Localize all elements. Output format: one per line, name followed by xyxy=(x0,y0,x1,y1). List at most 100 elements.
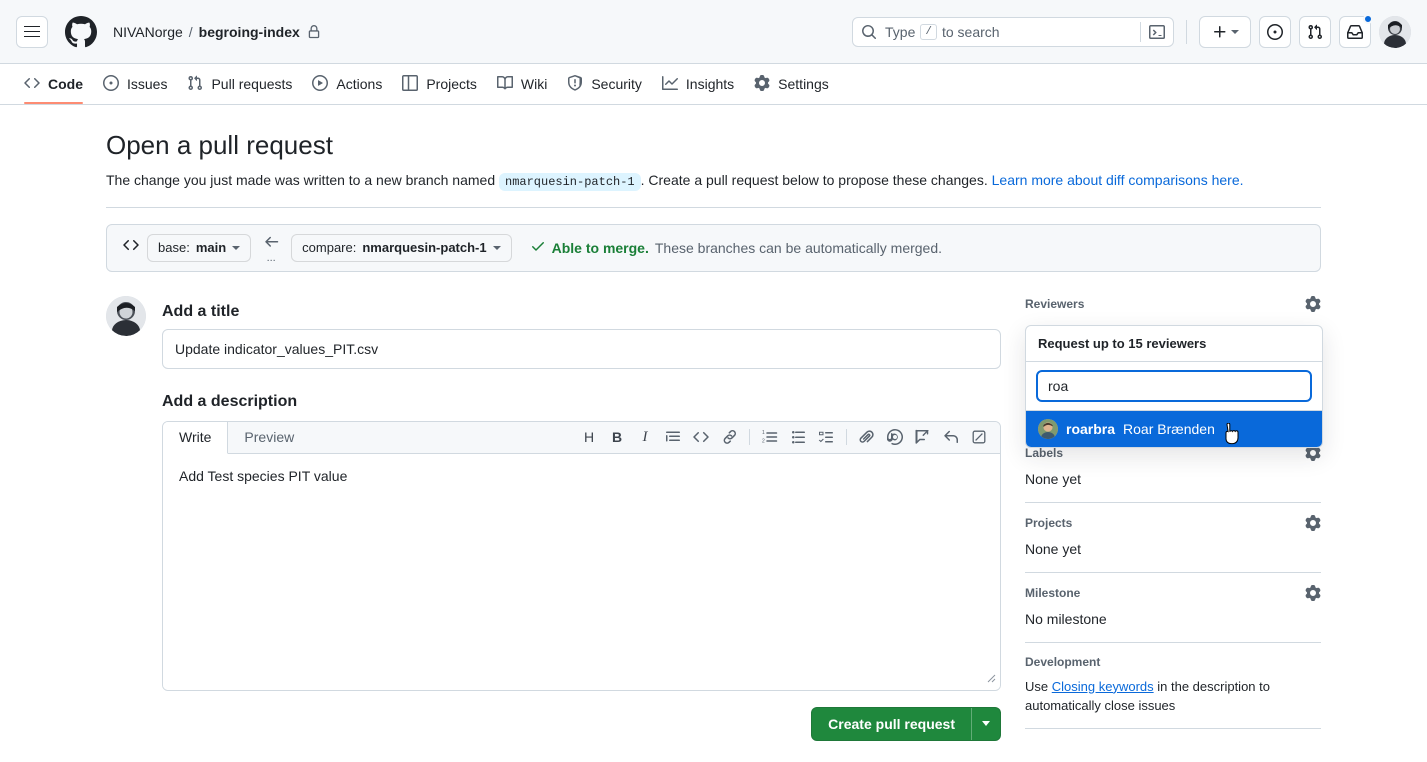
mention-icon[interactable] xyxy=(882,424,908,450)
git-compare-icon xyxy=(123,237,139,258)
create-new-button[interactable] xyxy=(1199,15,1251,48)
cross-reference-icon[interactable] xyxy=(910,424,936,450)
description-textarea[interactable]: Add Test species PIT value xyxy=(163,453,1000,690)
development-hint: Use Closing keywords in the description … xyxy=(1025,677,1321,716)
development-text-before: Use xyxy=(1025,678,1049,694)
bold-icon[interactable]: B xyxy=(604,424,630,450)
subtitle-text-part1: The change you just made was written to … xyxy=(106,171,496,188)
notifications-inbox-button[interactable] xyxy=(1339,13,1373,48)
search-input[interactable]: Type / to search xyxy=(852,16,1174,47)
quote-icon[interactable] xyxy=(660,424,686,450)
base-branch-selector[interactable]: base: main xyxy=(147,233,252,262)
editor-toolbar: H B I 1 2 xyxy=(576,422,1000,453)
issues-button[interactable] xyxy=(1259,15,1291,48)
create-pull-request-button[interactable]: Create pull request xyxy=(811,706,1001,741)
nav-item-issues[interactable]: Issues xyxy=(95,64,175,104)
compare-branch-name: nmarquesin-patch-1 xyxy=(362,240,487,255)
nav-item-label: Actions xyxy=(336,76,383,92)
nav-item-label: Security xyxy=(591,76,642,92)
nav-item-code[interactable]: Code xyxy=(16,64,91,104)
search-icon xyxy=(861,24,877,40)
github-mark-icon[interactable] xyxy=(65,15,97,48)
pull-request-title-input[interactable] xyxy=(162,328,1001,369)
chevron-down-icon xyxy=(232,245,241,250)
reviewers-title: Reviewers xyxy=(1025,296,1085,311)
reviewers-filter-wrapper xyxy=(1026,362,1322,411)
pull-requests-button[interactable] xyxy=(1299,15,1331,48)
user-avatar[interactable] xyxy=(1379,15,1411,48)
gear-icon[interactable] xyxy=(1305,295,1321,312)
nav-item-label: Settings xyxy=(778,76,829,92)
nav-item-actions[interactable]: Actions xyxy=(304,64,390,104)
pointer-cursor-icon xyxy=(1222,422,1242,447)
create-pull-request-label: Create pull request xyxy=(828,715,955,732)
markdown-editor: Write Preview H B I 1 2 Add Test species… xyxy=(162,420,1001,691)
base-branch-name: main xyxy=(195,240,227,255)
development-header: Development xyxy=(1025,655,1321,669)
reply-icon[interactable] xyxy=(938,424,964,450)
sidebar-section-labels: Labels None yet xyxy=(1025,444,1321,503)
breadcrumb-owner[interactable]: NIVANorge xyxy=(113,24,183,40)
command-palette-icon[interactable] xyxy=(1140,21,1165,42)
resize-grip-icon[interactable] xyxy=(984,670,996,686)
projects-header: Projects xyxy=(1025,514,1321,531)
attach-file-icon[interactable] xyxy=(854,424,880,450)
code-icon xyxy=(24,75,40,94)
nav-item-pull-requests[interactable]: Pull requests xyxy=(179,64,300,104)
header-divider xyxy=(1186,19,1187,44)
hamburger-menu-icon[interactable] xyxy=(16,15,48,48)
tab-write[interactable]: Write xyxy=(163,421,229,454)
tab-preview[interactable]: Preview xyxy=(228,422,310,453)
reviewer-username: roarbra xyxy=(1066,420,1116,437)
reviewers-dropdown-panel: Request up to 15 reviewers roa roarbra R… xyxy=(1025,324,1323,448)
gear-icon[interactable] xyxy=(1305,514,1321,531)
header-actions: Type / to search xyxy=(852,13,1411,48)
heading-icon[interactable]: H xyxy=(576,424,602,450)
form-layout: Add a title Add a description Write Prev… xyxy=(106,295,1323,762)
milestone-value: No milestone xyxy=(1025,610,1107,627)
repository-navigation: Code Issues Pull requests Actions Projec… xyxy=(0,64,1427,105)
milestone-title: Milestone xyxy=(1025,585,1081,600)
nav-item-settings[interactable]: Settings xyxy=(746,64,837,104)
nav-item-wiki[interactable]: Wiki xyxy=(489,64,555,104)
reviewers-filter-input[interactable] xyxy=(1036,369,1312,402)
gear-icon[interactable] xyxy=(1305,584,1321,601)
form-fields: Add a title Add a description Write Prev… xyxy=(162,296,1001,762)
merge-status-detail: These branches can be automatically merg… xyxy=(654,239,943,256)
create-pull-request-dropdown[interactable] xyxy=(971,707,1000,740)
diff-comparisons-link[interactable]: Learn more about diff comparisons here. xyxy=(992,172,1244,188)
table-icon xyxy=(402,74,419,94)
labels-value: None yet xyxy=(1025,470,1082,487)
link-icon[interactable] xyxy=(716,424,742,450)
closing-keywords-link[interactable]: Closing keywords xyxy=(1052,679,1154,694)
nav-item-security[interactable]: Security xyxy=(559,64,650,104)
merge-status-text: Able to merge. xyxy=(551,239,649,256)
ordered-list-icon[interactable]: 12 xyxy=(757,424,783,450)
breadcrumb: NIVANorge / begroing-index xyxy=(113,24,321,40)
content-container: Open a pull request The change you just … xyxy=(106,129,1323,762)
code-icon[interactable] xyxy=(688,424,714,450)
breadcrumb-repo[interactable]: begroing-index xyxy=(199,24,300,40)
projects-value: None yet xyxy=(1025,540,1082,557)
search-shortcut-key: / xyxy=(920,23,937,40)
title-field-label: Add a title xyxy=(162,302,240,320)
task-list-icon[interactable] xyxy=(813,424,839,450)
global-header: NIVANorge / begroing-index Type / to sea… xyxy=(0,0,1427,64)
graph-icon xyxy=(661,75,678,94)
divider xyxy=(106,206,1321,208)
unordered-list-icon[interactable] xyxy=(785,424,811,450)
branch-name-chip: nmarquesin-patch-1 xyxy=(499,172,641,191)
projects-title: Projects xyxy=(1025,515,1073,530)
toolbar-separator xyxy=(749,429,750,445)
play-icon xyxy=(312,74,329,94)
italic-icon[interactable]: I xyxy=(632,424,658,450)
nav-item-insights[interactable]: Insights xyxy=(654,64,742,104)
chevron-down-icon xyxy=(982,721,990,726)
merge-status: Able to merge. These branches can be aut… xyxy=(530,238,942,257)
nav-item-projects[interactable]: Projects xyxy=(394,64,485,104)
markdown-editor-icon[interactable] xyxy=(966,424,992,450)
lock-icon xyxy=(307,24,321,39)
pull-request-sidebar: Reviewers Request up to 15 reviewers roa… xyxy=(1025,295,1323,741)
reviewer-option-roarbra[interactable]: roarbra Roar Brænden xyxy=(1026,410,1322,447)
compare-branch-selector[interactable]: compare: nmarquesin-patch-1 xyxy=(291,233,512,262)
